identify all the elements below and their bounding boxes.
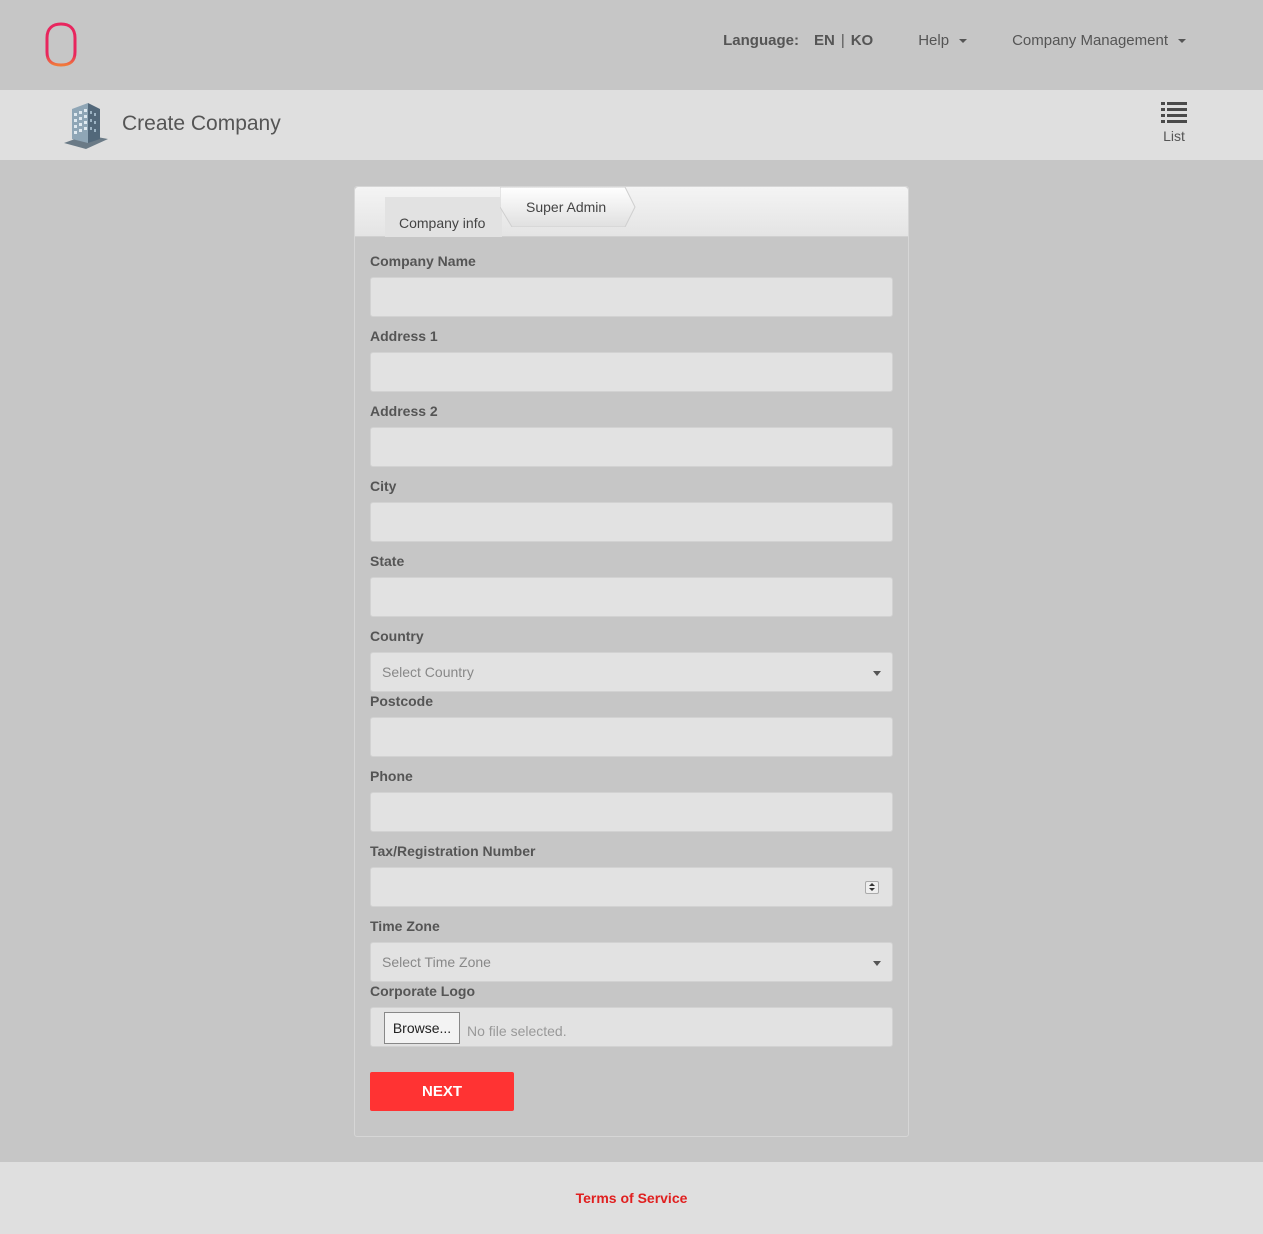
list-button-label: List — [1163, 128, 1185, 144]
country-select[interactable]: Select Country — [370, 652, 893, 692]
create-company-form: Company info Super Admin Company Name Ad… — [354, 186, 909, 1137]
time-zone-select-placeholder: Select Time Zone — [382, 954, 491, 970]
time-zone-select[interactable]: Select Time Zone — [370, 942, 893, 982]
language-separator: | — [840, 31, 845, 49]
tab-super-admin[interactable]: Super Admin — [500, 187, 640, 227]
language-ko-link[interactable]: KO — [851, 32, 874, 49]
building-icon — [60, 99, 112, 151]
file-status: No file selected. — [467, 1023, 567, 1039]
address1-label: Address 1 — [370, 328, 438, 344]
company-management-menu[interactable]: Company Management — [1012, 32, 1186, 49]
address2-label: Address 2 — [370, 403, 438, 419]
chevron-down-icon — [1178, 39, 1186, 43]
company-management-label: Company Management — [1012, 31, 1168, 49]
help-menu[interactable]: Help — [918, 31, 968, 49]
phone-label: Phone — [370, 768, 413, 784]
company-name-input[interactable] — [370, 277, 893, 317]
top-nav: Language: EN | KO Help Company Managemen… — [723, 30, 1186, 50]
chevron-down-icon — [959, 39, 968, 43]
brand-logo[interactable] — [44, 22, 78, 68]
time-zone-label: Time Zone — [370, 918, 440, 934]
chevron-down-icon — [873, 961, 881, 966]
address2-input[interactable] — [370, 427, 893, 467]
language-en-link[interactable]: EN — [814, 32, 835, 49]
footer: Terms of Service — [0, 1162, 1263, 1234]
state-label: State — [370, 553, 405, 569]
page-title: Create Company — [122, 112, 281, 135]
browse-button[interactable]: Browse... — [384, 1012, 460, 1044]
tab-company-info[interactable]: Company info — [385, 197, 502, 237]
tax-number-label: Tax/Registration Number — [370, 843, 536, 859]
country-label: Country — [370, 628, 424, 644]
address1-input[interactable] — [370, 352, 893, 392]
list-button[interactable]: List — [1152, 98, 1196, 154]
tab-super-admin-label: Super Admin — [526, 199, 607, 215]
number-spinner-icon[interactable] — [865, 881, 879, 894]
wizard-tabs: Company info Super Admin — [355, 187, 908, 237]
tax-number-input[interactable] — [370, 867, 893, 907]
chevron-down-icon — [873, 671, 881, 676]
phone-input[interactable] — [370, 792, 893, 832]
next-button[interactable]: NEXT — [370, 1072, 514, 1111]
city-input[interactable] — [370, 502, 893, 542]
country-select-placeholder: Select Country — [382, 664, 474, 680]
corporate-logo-label: Corporate Logo — [370, 983, 475, 999]
top-bar: Language: EN | KO Help Company Managemen… — [0, 0, 1263, 90]
postcode-label: Postcode — [370, 693, 434, 709]
terms-of-service-link[interactable]: Terms of Service — [576, 1190, 688, 1206]
page-header: Create Company List — [0, 90, 1263, 160]
company-name-label: Company Name — [370, 253, 476, 269]
help-menu-label: Help — [918, 31, 950, 49]
state-input[interactable] — [370, 577, 893, 617]
postcode-input[interactable] — [370, 717, 893, 757]
list-icon — [1161, 102, 1187, 123]
language-label: Language: — [723, 31, 799, 49]
corporate-logo-file-input: Browse... No file selected. — [370, 1007, 893, 1047]
city-label: City — [370, 478, 397, 494]
